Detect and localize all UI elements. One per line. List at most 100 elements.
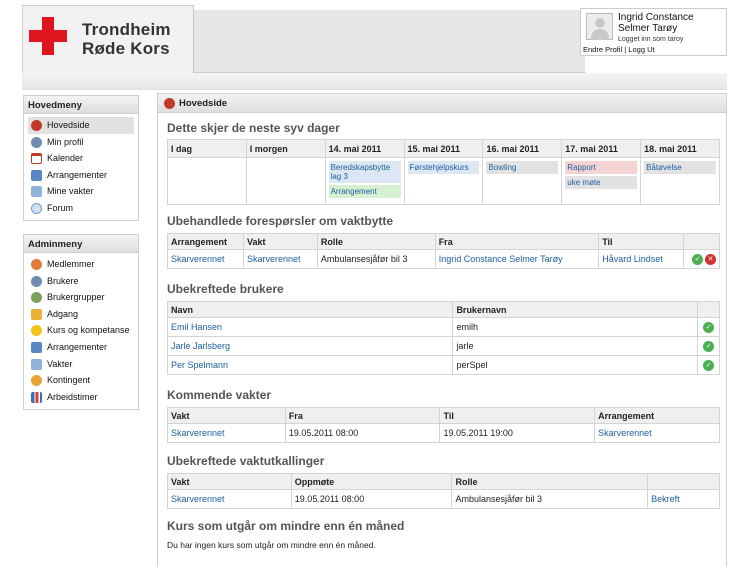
header-band <box>22 73 727 90</box>
calendar-event[interactable]: Arrangement <box>328 185 401 198</box>
confirm-link[interactable]: Bekreft <box>647 489 720 509</box>
menu-item-label: Kalender <box>47 153 84 164</box>
action-cell: ✓ <box>697 317 720 337</box>
shift-link[interactable]: Skarverennet <box>242 249 318 269</box>
member-icon <box>31 259 42 270</box>
day-cell: Rapport uke møte <box>561 157 642 205</box>
table-row: Emil Hansen emilh ✓ <box>166 317 720 337</box>
red-cross-icon <box>29 17 67 55</box>
menu-item-kontingent[interactable]: Kontingent <box>28 372 134 389</box>
section-title-unconfirmed-users: Ubekreftede brukere <box>167 282 284 296</box>
menu-item-adgang[interactable]: Adgang <box>28 306 134 323</box>
shift-icon <box>31 186 42 198</box>
calendar-icon <box>31 153 42 165</box>
user-name-link[interactable]: Emil Hansen <box>166 317 454 337</box>
home-icon <box>164 98 175 109</box>
calendar-event[interactable]: Bowling <box>486 161 559 174</box>
table-row: Skarverennet 19.05.2011 08:00 19.05.2011… <box>167 423 720 443</box>
column-header: Oppmøte <box>290 473 453 490</box>
username-cell: emilh <box>452 317 698 337</box>
to-user-link[interactable]: Håvard Lindset <box>598 249 685 269</box>
user-box: Ingrid Constance Selmer Tarøy Logget inn… <box>580 8 727 56</box>
document-icon <box>31 341 42 353</box>
approve-icon[interactable]: ✓ <box>703 340 714 352</box>
menu-item-brukere[interactable]: Brukere <box>28 273 134 290</box>
menu-item-kalender[interactable]: Kalender <box>28 150 134 167</box>
logo[interactable]: Trondheim Røde Kors <box>22 5 194 74</box>
menu-item-label: Adgang <box>47 308 79 319</box>
section-title-unconfirmed-calls: Ubekreftede vaktutkallinger <box>167 454 325 468</box>
column-header <box>697 301 720 318</box>
menu-item-label: Arbeidstimer <box>47 391 98 402</box>
table-row: Skarverennet 19.05.2011 08:00 Ambulanses… <box>167 489 720 509</box>
from-cell: 19.05.2011 08:00 <box>284 423 441 443</box>
lock-icon <box>31 308 42 320</box>
calendar-event[interactable]: Beredskapsbytte lag 3 <box>328 161 401 183</box>
day-cell <box>245 157 326 205</box>
menu-item-label: Arrangementer <box>47 341 108 352</box>
shift-link[interactable]: Skarverennet <box>167 489 292 509</box>
from-user-link[interactable]: Ingrid Constance Selmer Tarøy <box>434 249 600 269</box>
chat-icon <box>31 202 42 214</box>
coins-icon <box>31 375 42 387</box>
table-row: Skarverennet Skarverennet Ambulansesjåfø… <box>167 249 720 269</box>
calendar-event[interactable]: uke møte <box>565 176 638 189</box>
day-header: I morgen <box>245 139 326 158</box>
menu-item-forum[interactable]: Forum <box>28 200 134 217</box>
username-cell: jarle <box>452 336 698 356</box>
day-cell: Beredskapsbytte lag 3 Arrangement <box>324 157 405 205</box>
page-title-bar: Hovedside <box>158 94 726 113</box>
table-row: Per Spelmann perSpel ✓ <box>166 355 720 375</box>
menu-item-arbeidstimer[interactable]: Arbeidstimer <box>28 389 134 406</box>
calendar-event[interactable]: Båtøvelse <box>644 161 716 174</box>
bar-chart-icon <box>31 391 42 403</box>
column-header: Vakt <box>242 233 318 250</box>
day-cell: Båtøvelse <box>640 157 720 205</box>
arrangement-link[interactable]: Skarverennet <box>167 249 244 269</box>
profile-logout-links[interactable]: Endre Profil | Logg Ut <box>583 45 655 54</box>
menu-item-mine-vakter[interactable]: Mine vakter <box>28 183 134 200</box>
reject-icon[interactable]: ✕ <box>705 253 716 265</box>
menu-item-medlemmer[interactable]: Medlemmer <box>28 256 134 273</box>
section-title-upcoming-shifts: Kommende vakter <box>167 388 272 402</box>
approve-icon[interactable]: ✓ <box>692 253 703 265</box>
main-menu: Hovedmeny Hovedside Min profil Kalender … <box>23 95 139 221</box>
role-cell: Ambulansesjåfør bil 3 <box>451 489 649 509</box>
day-header: 14. mai 2011 <box>324 139 405 158</box>
menu-item-arrangementer[interactable]: Arrangementer <box>28 167 134 184</box>
menu-item-min-profil[interactable]: Min profil <box>28 134 134 151</box>
menu-item-label: Medlemmer <box>47 259 95 269</box>
to-cell: 19.05.2011 19:00 <box>439 423 596 443</box>
day-cell: Bowling <box>482 157 563 205</box>
star-icon <box>31 325 42 337</box>
calendar-event[interactable]: Rapport <box>565 161 638 174</box>
shift-link[interactable]: Skarverennet <box>167 423 286 443</box>
week-schedule: I dag I morgen 14. mai 2011 15. mai 2011… <box>167 139 720 205</box>
menu-item-label: Vakter <box>47 358 73 369</box>
approve-icon[interactable]: ✓ <box>703 359 714 371</box>
user-name-link[interactable]: Per Spelmann <box>166 355 454 375</box>
menu-item-brukergrupper[interactable]: Brukergrupper <box>28 289 134 306</box>
users-icon <box>31 275 42 287</box>
day-cell <box>167 157 247 205</box>
menu-item-label: Brukergrupper <box>47 292 105 303</box>
action-cell: ✓ ✕ <box>683 249 720 269</box>
approve-icon[interactable]: ✓ <box>703 321 714 333</box>
admin-menu-title: Adminmeny <box>24 235 138 253</box>
column-header <box>647 473 720 490</box>
menu-item-arrangementer-admin[interactable]: Arrangementer <box>28 339 134 356</box>
home-icon <box>31 120 42 131</box>
menu-item-label: Min profil <box>47 136 84 147</box>
upcoming-shifts-table: Vakt Fra Til Arrangement Skarverennet 19… <box>167 407 720 443</box>
menu-item-label: Hovedside <box>47 120 90 130</box>
menu-item-vakter[interactable]: Vakter <box>28 356 134 373</box>
section-title-week: Dette skjer de neste syv dager <box>167 121 340 135</box>
user-name-link[interactable]: Jarle Jarlsberg <box>166 336 454 356</box>
menu-item-hovedside[interactable]: Hovedside <box>28 117 134 134</box>
column-header: Navn <box>166 301 454 318</box>
menu-item-kurs-og-kompetanse[interactable]: Kurs og kompetanse <box>28 322 134 339</box>
arrangement-link[interactable]: Skarverennet <box>594 423 720 443</box>
calendar-event[interactable]: Førstehjelpskurs <box>407 161 480 174</box>
column-header: Fra <box>284 407 441 424</box>
header-banner <box>194 10 585 73</box>
